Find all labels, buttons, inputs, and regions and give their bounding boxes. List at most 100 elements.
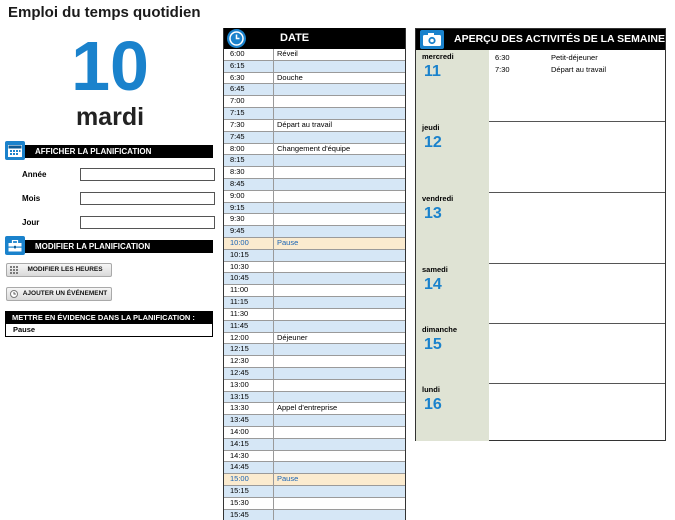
schedule-activity[interactable] — [274, 451, 405, 462]
schedule-row[interactable]: 6:30 Douche — [224, 72, 405, 85]
schedule-activity[interactable] — [274, 356, 405, 367]
week-day-3[interactable]: samedi 14 — [416, 263, 665, 324]
schedule-row[interactable]: 14:15 — [224, 438, 405, 451]
schedule-row[interactable]: 6:00 Réveil — [224, 49, 405, 61]
schedule-activity[interactable]: Douche — [274, 73, 405, 84]
schedule-time: 14:15 — [224, 438, 274, 450]
schedule-row[interactable]: 10:00 Pause — [224, 238, 405, 250]
schedule-activity[interactable] — [274, 439, 405, 450]
schedule-activity[interactable]: Appel d'entreprise — [274, 403, 405, 414]
schedule-activity[interactable] — [274, 167, 405, 178]
schedule-row[interactable]: 7:30 Départ au travail — [224, 119, 405, 132]
schedule-row[interactable]: 8:00 Changement d'équipe — [224, 143, 405, 156]
schedule-row[interactable]: 14:45 — [224, 462, 405, 475]
schedule-activity[interactable] — [274, 368, 405, 379]
week-day-0[interactable]: mercredi 11 6:30 Petit-déjeuner 7:30 Départ a… — [416, 50, 665, 122]
schedule-activity[interactable] — [274, 84, 405, 95]
schedule-activity[interactable] — [274, 214, 405, 225]
schedule-activity[interactable]: Départ au travail — [274, 120, 405, 131]
schedule-time: 12:00 — [224, 332, 274, 344]
schedule-activity[interactable] — [274, 132, 405, 143]
schedule-row[interactable]: 13:30 Appel d'entreprise — [224, 403, 405, 416]
day-field[interactable] — [80, 216, 215, 229]
schedule-row[interactable]: 13:15 — [224, 391, 405, 404]
week-heading: APERÇU DES ACTIVITÉS DE LA SEMAINE — [454, 33, 665, 45]
schedule-row[interactable]: 7:15 — [224, 108, 405, 120]
schedule-row[interactable]: 10:15 — [224, 249, 405, 262]
schedule-row[interactable]: 15:45 — [224, 509, 405, 520]
schedule-time: 14:30 — [224, 450, 274, 462]
schedule-activity[interactable] — [274, 61, 405, 72]
schedule-activity[interactable] — [274, 285, 405, 296]
schedule-row[interactable]: 8:15 — [224, 155, 405, 168]
week-day-5[interactable]: lundi 16 — [416, 383, 665, 441]
schedule-activity[interactable] — [274, 262, 405, 273]
schedule-row[interactable]: 6:15 — [224, 60, 405, 73]
schedule-activity[interactable] — [274, 96, 405, 107]
schedule-row[interactable]: 14:30 — [224, 450, 405, 463]
schedule-activity[interactable]: Pause — [274, 238, 405, 249]
schedule-activity[interactable] — [274, 392, 405, 403]
schedule-row[interactable]: 15:15 — [224, 486, 405, 498]
schedule-row[interactable]: 12:15 — [224, 344, 405, 357]
schedule-activity[interactable] — [274, 179, 405, 190]
schedule-activity[interactable] — [274, 321, 405, 332]
month-field[interactable] — [80, 192, 215, 205]
schedule-row[interactable]: 9:30 — [224, 214, 405, 227]
schedule-row[interactable]: 15:30 — [224, 497, 405, 510]
schedule-row[interactable]: 10:45 — [224, 273, 405, 286]
schedule-row[interactable]: 11:15 — [224, 297, 405, 309]
schedule-row[interactable]: 10:30 — [224, 261, 405, 274]
schedule-row[interactable]: 11:45 — [224, 320, 405, 333]
add-event-button[interactable]: AJOUTER UN ÉVÉNEMENT — [6, 287, 112, 301]
schedule-row[interactable]: 9:45 — [224, 226, 405, 238]
schedule-activity[interactable] — [274, 486, 405, 497]
schedule-time: 8:15 — [224, 155, 274, 167]
schedule-activity[interactable] — [274, 498, 405, 509]
schedule-activity[interactable] — [274, 155, 405, 166]
schedule-row[interactable]: 14:00 — [224, 427, 405, 439]
schedule-activity[interactable] — [274, 380, 405, 391]
year-field[interactable] — [80, 168, 215, 181]
schedule-time: 14:00 — [224, 427, 274, 438]
schedule-activity[interactable] — [274, 108, 405, 119]
schedule-activity[interactable] — [274, 344, 405, 355]
schedule-activity[interactable] — [274, 297, 405, 308]
schedule-activity[interactable] — [274, 510, 405, 520]
schedule-activity[interactable]: Pause — [274, 474, 405, 485]
schedule-row[interactable]: 9:15 — [224, 202, 405, 215]
week-day-1[interactable]: jeudi 12 — [416, 121, 665, 193]
schedule-row[interactable]: 7:00 — [224, 96, 405, 109]
schedule-activity[interactable] — [274, 226, 405, 237]
schedule-activity[interactable]: Déjeuner — [274, 333, 405, 344]
schedule-activity[interactable] — [274, 203, 405, 214]
schedule-activity[interactable] — [274, 250, 405, 261]
week-day-4[interactable]: dimanche 15 — [416, 323, 665, 384]
schedule-row[interactable]: 13:00 — [224, 379, 405, 392]
schedule-time: 15:30 — [224, 497, 274, 509]
schedule-row[interactable]: 8:30 — [224, 167, 405, 179]
schedule-activity[interactable]: Changement d'équipe — [274, 144, 405, 155]
schedule-activity[interactable] — [274, 191, 405, 202]
schedule-row[interactable]: 11:00 — [224, 285, 405, 298]
schedule-row[interactable]: 12:45 — [224, 367, 405, 380]
schedule-row[interactable]: 13:45 — [224, 415, 405, 427]
schedule-row[interactable]: 12:00 Déjeuner — [224, 332, 405, 345]
schedule-activity[interactable]: Réveil — [274, 49, 405, 60]
edit-hours-button[interactable]: MODIFIER LES HEURES — [6, 263, 112, 277]
schedule-row[interactable]: 6:45 — [224, 84, 405, 97]
schedule-row[interactable]: 11:30 — [224, 308, 405, 321]
schedule-row[interactable]: 12:30 — [224, 356, 405, 368]
schedule-activity[interactable] — [274, 273, 405, 284]
schedule-time: 8:45 — [224, 178, 274, 190]
schedule-activity[interactable] — [274, 462, 405, 473]
schedule-row[interactable]: 8:45 — [224, 178, 405, 191]
schedule-row[interactable]: 7:45 — [224, 131, 405, 144]
schedule-row[interactable]: 9:00 — [224, 190, 405, 203]
schedule-activity[interactable] — [274, 415, 405, 426]
week-day-2[interactable]: vendredi 13 — [416, 192, 665, 264]
schedule-activity[interactable] — [274, 427, 405, 438]
schedule-row[interactable]: 15:00 Pause — [224, 474, 405, 487]
highlight-select[interactable]: Pause — [13, 325, 35, 335]
schedule-activity[interactable] — [274, 309, 405, 320]
